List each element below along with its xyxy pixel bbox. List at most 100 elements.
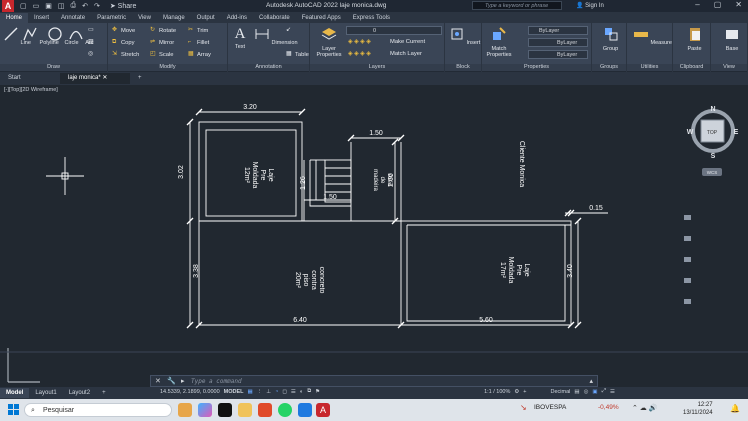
insert-button[interactable]: Insert: [449, 26, 480, 46]
command-input[interactable]: Type a command: [191, 378, 242, 385]
tab-annotate[interactable]: Annotate: [55, 13, 91, 23]
showmotion-icon[interactable]: [684, 299, 691, 304]
customize-command-icon[interactable]: 🔧: [167, 377, 176, 385]
mail-icon[interactable]: [298, 403, 312, 417]
compass-s[interactable]: S: [711, 153, 716, 160]
windows-start-icon[interactable]: [8, 404, 19, 415]
clipboard-panel-title[interactable]: Clipboard: [673, 64, 710, 71]
compass-w[interactable]: W: [687, 129, 694, 136]
properties-panel-title[interactable]: Properties: [482, 64, 591, 71]
array-button[interactable]: ▦ Array: [188, 51, 211, 58]
share-button[interactable]: ➤ Share: [110, 2, 137, 10]
layer-dropdown[interactable]: 0: [346, 26, 442, 35]
mirror-button[interactable]: ⇌ Mirror: [150, 39, 174, 46]
transparency-icon[interactable]: ◐: [300, 389, 303, 395]
autocad-taskbar-icon[interactable]: A: [316, 403, 330, 417]
whatsapp-icon[interactable]: [278, 403, 292, 417]
tab-model[interactable]: Model: [0, 388, 30, 398]
osnap-icon[interactable]: ◻: [282, 389, 287, 395]
color-dropdown[interactable]: ByLayer: [528, 26, 588, 35]
widget-icon[interactable]: [178, 403, 192, 417]
stretch-button[interactable]: ⇲ Stretch: [112, 51, 139, 58]
open-file-icon[interactable]: ▭: [33, 2, 40, 10]
close-tab-icon[interactable]: ✕: [102, 75, 107, 81]
plot-icon[interactable]: ⎙: [71, 2, 77, 10]
tab-manage[interactable]: Manage: [157, 13, 191, 23]
save-icon[interactable]: ▣: [45, 2, 52, 10]
layer-tools-icon[interactable]: ◈ ◈ ◈ ◈: [348, 39, 371, 45]
fullscreen-icon[interactable]: ⤢: [602, 388, 606, 395]
customize-icon[interactable]: ☰: [610, 389, 615, 395]
taskbar-search[interactable]: ⌕ Pesquisar: [24, 403, 172, 417]
hardware-accel-icon[interactable]: ▣: [592, 389, 597, 395]
redo-icon[interactable]: ↷: [94, 2, 100, 10]
grid-icon[interactable]: ▦: [248, 389, 253, 395]
office-icon[interactable]: [258, 403, 272, 417]
clock[interactable]: 12:27 13/11/2024: [683, 401, 713, 417]
doc-tab-laje-monica[interactable]: laje monica* ✕: [60, 73, 130, 84]
file-explorer-icon[interactable]: [238, 403, 252, 417]
match-properties-button[interactable]: Match Properties: [486, 26, 512, 58]
block-panel-title[interactable]: Block: [445, 64, 481, 71]
command-line[interactable]: ✕ 🔧 ▸ Type a command ▴: [150, 375, 598, 387]
group-button[interactable]: Group: [595, 26, 626, 52]
region-icon[interactable]: ◎: [88, 51, 93, 57]
utilities-panel-title[interactable]: Utilities: [627, 64, 672, 71]
ortho-icon[interactable]: ⊥: [266, 389, 271, 395]
paste-button[interactable]: Paste: [679, 26, 710, 52]
modify-panel-title[interactable]: Modify: [108, 64, 227, 71]
linetype-dropdown[interactable]: ByLayer: [528, 38, 588, 47]
annotation-visibility-icon[interactable]: ⚑: [315, 389, 320, 395]
text-button[interactable]: A Text: [232, 26, 248, 50]
drawing-svg[interactable]: 3.20 3.02 1.50 2.60 1.26 1.50 0.15 3.38 …: [0, 85, 748, 387]
tab-collaborate[interactable]: Collaborate: [253, 13, 296, 23]
settings-gear-icon[interactable]: ⚙: [514, 389, 519, 395]
undo-icon[interactable]: ↶: [82, 2, 88, 10]
rotate-button[interactable]: ↻ Rotate: [150, 27, 176, 34]
trim-button[interactable]: ✂ Trim: [188, 27, 208, 34]
polar-icon[interactable]: ◔: [275, 389, 278, 395]
tab-parametric[interactable]: Parametric: [91, 13, 132, 23]
doc-tab-start[interactable]: Start: [0, 73, 60, 84]
tab-output[interactable]: Output: [191, 13, 221, 23]
move-button[interactable]: ✥ Move: [112, 27, 135, 34]
tab-express-tools[interactable]: Express Tools: [347, 13, 396, 23]
stock-name[interactable]: IBOVESPA: [534, 404, 566, 411]
add-layout-icon[interactable]: +: [96, 388, 112, 398]
copy-button[interactable]: ⧉ Copy: [112, 39, 135, 46]
scale-dropdown[interactable]: 1:1 / 100%: [484, 389, 510, 395]
notifications-icon[interactable]: 🔔: [730, 404, 740, 413]
new-tab-icon[interactable]: +: [130, 73, 150, 84]
lineweight-icon[interactable]: ☰: [291, 389, 296, 395]
pan-icon[interactable]: [684, 236, 691, 241]
units-dropdown[interactable]: Decimal: [551, 389, 571, 395]
help-search-input[interactable]: Type a keyword or phrase: [472, 1, 562, 10]
leader-icon[interactable]: ↙: [286, 27, 291, 33]
close-command-icon[interactable]: ✕: [155, 377, 161, 385]
command-history-icon[interactable]: ▴: [589, 377, 593, 385]
view-panel-title[interactable]: View: [711, 64, 747, 71]
maximize-icon[interactable]: ▢: [714, 0, 722, 9]
close-icon[interactable]: ✕: [735, 0, 742, 9]
system-tray-icons[interactable]: ⌃ ☁ 🔊: [632, 404, 657, 412]
coordinates-readout[interactable]: 14.5339, 2.1899, 0.0000: [160, 389, 220, 395]
compass-n[interactable]: N: [710, 106, 715, 113]
stock-change[interactable]: -0,49%: [598, 404, 619, 411]
quick-properties-icon[interactable]: ▤: [574, 389, 579, 395]
tab-addins[interactable]: Add-ins: [221, 13, 253, 23]
tab-view[interactable]: View: [132, 13, 157, 23]
hatch-icon[interactable]: ▨: [88, 39, 93, 45]
snap-icon[interactable]: ⋮: [257, 389, 263, 395]
scale-button[interactable]: ◰ Scale: [150, 51, 174, 58]
add-icon[interactable]: +: [523, 389, 526, 395]
nav-wheel-icon[interactable]: [684, 215, 691, 220]
table-button[interactable]: ▦ Table: [286, 51, 309, 58]
model-space-button[interactable]: MODEL: [224, 389, 244, 395]
viewcube[interactable]: TOP N S W E WCS: [687, 106, 739, 176]
layer-state-icon[interactable]: ◈ ◈ ◈ ◈: [348, 51, 371, 57]
isolate-icon[interactable]: ◎: [584, 389, 589, 395]
selection-cycling-icon[interactable]: ⧉: [307, 388, 311, 395]
new-file-icon[interactable]: ▢: [20, 2, 27, 10]
copilot-icon[interactable]: [198, 403, 212, 417]
layer-properties-button[interactable]: Layer Properties: [314, 26, 344, 58]
